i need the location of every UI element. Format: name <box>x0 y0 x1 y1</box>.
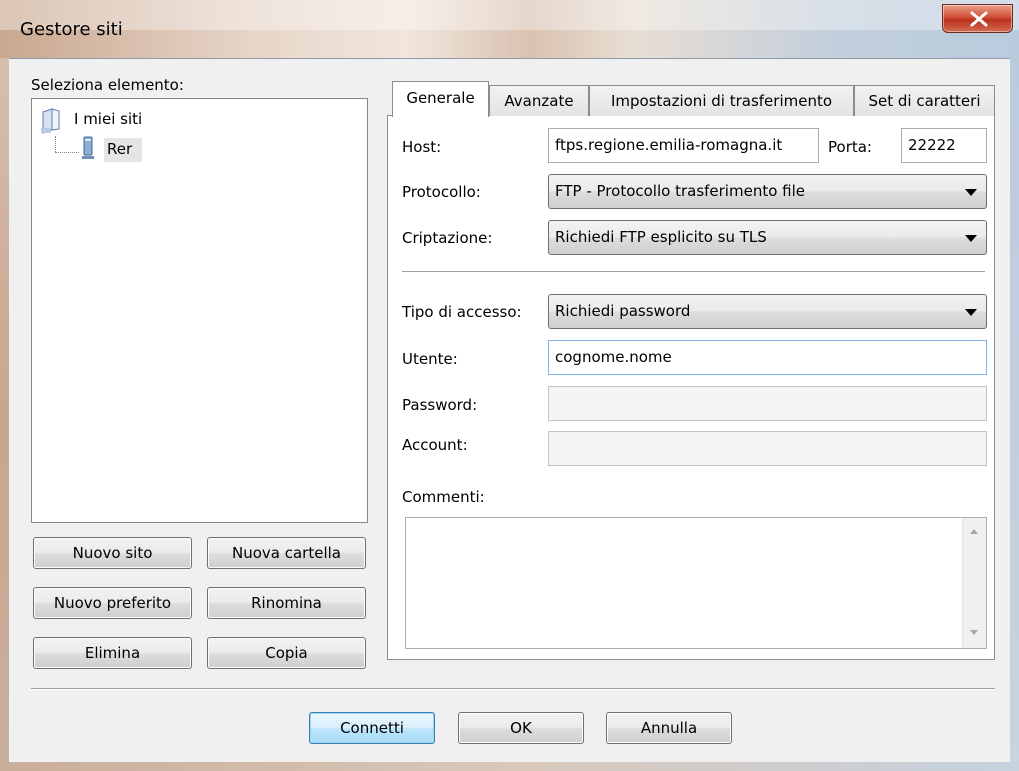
comments-textarea[interactable] <box>405 517 987 649</box>
select-entry-label: Seleziona elemento: <box>31 76 184 94</box>
account-input[interactable] <box>548 431 987 466</box>
new-bookmark-button[interactable]: Nuovo preferito <box>33 587 192 619</box>
footer-separator <box>31 688 995 690</box>
separator <box>402 271 985 273</box>
connect-button[interactable]: Connetti <box>309 712 435 744</box>
password-label: Password: <box>402 396 478 414</box>
chevron-down-icon <box>965 235 977 242</box>
tab-charset[interactable]: Set di caratteri <box>854 85 995 116</box>
close-button[interactable] <box>942 4 1013 33</box>
folder-icon <box>40 108 62 134</box>
scroll-up-icon[interactable] <box>962 522 986 542</box>
window-frame-bottom <box>0 762 1019 771</box>
port-label: Porta: <box>828 138 872 156</box>
copy-button[interactable]: Copia <box>207 637 366 669</box>
scroll-down-icon[interactable] <box>962 622 986 642</box>
tree-item-root[interactable]: I miei siti <box>74 110 142 128</box>
encryption-label: Criptazione: <box>402 229 493 247</box>
tree-item-rer[interactable]: Rer <box>107 140 132 158</box>
user-label: Utente: <box>402 350 458 368</box>
title-bar-sheen <box>0 0 1019 30</box>
tab-advanced[interactable]: Avanzate <box>489 85 589 116</box>
protocol-select[interactable]: FTP - Protocollo trasferimento file <box>548 174 987 209</box>
tab-transfer-settings[interactable]: Impostazioni di trasferimento <box>589 85 854 116</box>
tab-general[interactable]: Generale <box>392 81 489 117</box>
delete-button[interactable]: Elimina <box>33 637 192 669</box>
port-input[interactable]: 22222 <box>901 128 987 163</box>
host-label: Host: <box>402 138 442 156</box>
cancel-button[interactable]: Annulla <box>606 712 732 744</box>
password-input[interactable] <box>548 386 987 421</box>
ok-button[interactable]: OK <box>458 712 584 744</box>
logon-type-label: Tipo di accesso: <box>402 303 522 321</box>
window-frame-left <box>0 58 9 771</box>
window-frame-right <box>1010 58 1019 771</box>
encryption-select[interactable]: Richiedi FTP esplicito su TLS <box>548 220 987 255</box>
new-site-button[interactable]: Nuovo sito <box>33 537 192 569</box>
host-input[interactable]: ftps.regione.emilia-romagna.it <box>548 128 819 163</box>
chevron-down-icon <box>965 309 977 316</box>
close-icon <box>970 11 988 27</box>
comments-label: Commenti: <box>402 488 485 506</box>
tree-connector <box>55 136 56 152</box>
rename-button[interactable]: Rinomina <box>207 587 366 619</box>
logon-type-select[interactable]: Richiedi password <box>548 294 987 329</box>
user-input[interactable]: cognome.nome <box>548 340 987 375</box>
server-icon <box>80 136 96 162</box>
protocol-label: Protocollo: <box>402 183 481 201</box>
account-label: Account: <box>402 436 468 454</box>
new-folder-button[interactable]: Nuova cartella <box>207 537 366 569</box>
chevron-down-icon <box>965 189 977 196</box>
window-title: Gestore siti <box>20 19 123 40</box>
tree-connector <box>55 152 79 153</box>
